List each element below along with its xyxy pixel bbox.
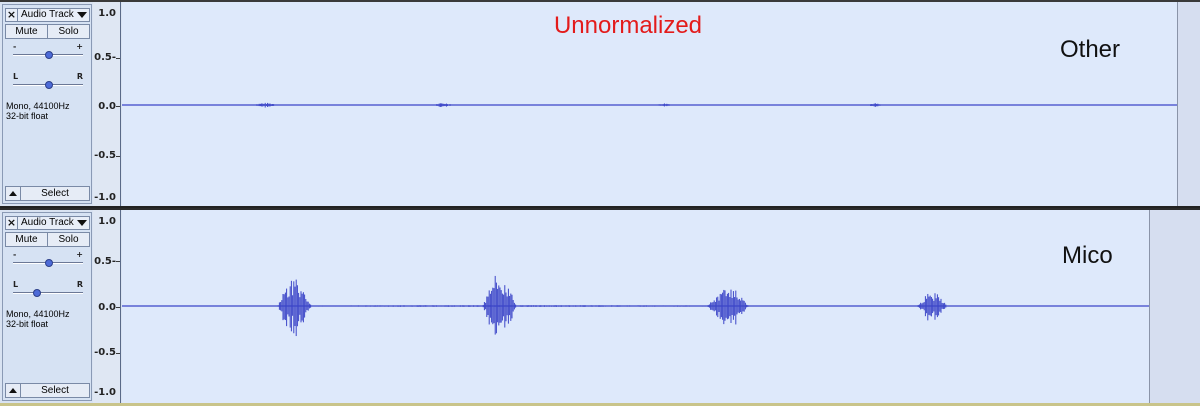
track-footer: Select — [5, 186, 90, 201]
mute-button[interactable]: Mute — [5, 232, 48, 247]
pan-right-label: R — [76, 280, 83, 289]
track-header: × Audio Track — [5, 216, 90, 230]
ruler-tick: -1.0 — [94, 387, 116, 398]
track-name-menu[interactable]: Audio Track — [18, 216, 90, 230]
ruler-tick: -0.5 — [94, 150, 116, 161]
format-line-1: Mono, 44100Hz — [6, 309, 70, 319]
ruler-mark — [116, 156, 120, 157]
waveform — [122, 275, 1149, 337]
ruler-tick: -0.5 — [94, 347, 116, 358]
ruler-mark — [116, 58, 120, 59]
audio-track-2: × Audio Track Mute Solo - + L R Mono, 44… — [0, 208, 1200, 406]
ruler-mark — [116, 106, 120, 107]
ruler-tick: -1.0 — [94, 192, 116, 203]
track-footer: Select — [5, 383, 90, 398]
pan-left-label: L — [13, 72, 19, 81]
ruler-tick: 1.0 — [98, 216, 116, 227]
format-line-2: 32-bit float — [6, 319, 49, 329]
pan-slider-thumb[interactable] — [45, 81, 53, 89]
pan-right-label: R — [76, 72, 83, 81]
pan-slider[interactable]: L R — [11, 280, 85, 299]
mute-solo-row: Mute Solo — [5, 232, 90, 247]
gain-minus-label: - — [13, 42, 17, 51]
gain-plus-label: + — [76, 250, 83, 259]
track-name-label: Audio Track — [21, 217, 74, 228]
ruler-tick: 0.0 — [98, 302, 116, 313]
select-button[interactable]: Select — [21, 186, 90, 201]
ruler-tick: 0.0 — [98, 101, 116, 112]
ruler-mark — [116, 307, 120, 308]
track-annotation-label: Other — [1060, 36, 1121, 63]
select-button[interactable]: Select — [21, 383, 90, 398]
track-right-pad — [1149, 210, 1200, 403]
close-icon[interactable]: × — [5, 216, 18, 230]
ruler-mark — [116, 261, 120, 262]
format-line-1: Mono, 44100Hz — [6, 101, 70, 111]
pan-slider[interactable]: L R — [11, 72, 85, 91]
collapse-up-icon[interactable] — [5, 383, 21, 398]
ruler-tick: 0.5- — [94, 256, 116, 267]
pan-left-label: L — [13, 280, 19, 289]
gain-slider[interactable]: - + — [11, 250, 85, 269]
pan-slider-thumb[interactable] — [33, 289, 41, 297]
page-title: Unnormalized — [553, 12, 703, 39]
ruler-mark — [116, 353, 120, 354]
ruler-tick: 0.5- — [94, 52, 116, 63]
collapse-up-icon[interactable] — [5, 186, 21, 201]
chevron-down-icon — [77, 220, 87, 226]
solo-button[interactable]: Solo — [48, 232, 90, 247]
vertical-ruler: 1.0 0.5- 0.0 -0.5 -1.0 — [93, 210, 121, 403]
gain-plus-label: + — [76, 42, 83, 51]
gain-minus-label: - — [13, 250, 17, 259]
format-line-2: 32-bit float — [6, 111, 49, 121]
gain-slider-thumb[interactable] — [45, 51, 53, 59]
track-annotation-label: Mico — [1062, 242, 1113, 269]
waveform-area[interactable] — [122, 210, 1149, 403]
track-control-panel: × Audio Track Mute Solo - + L R Mono, 44… — [2, 212, 92, 401]
gain-slider-thumb[interactable] — [45, 259, 53, 267]
pan-slider-rail — [13, 292, 83, 294]
gain-slider[interactable]: - + — [11, 42, 85, 61]
